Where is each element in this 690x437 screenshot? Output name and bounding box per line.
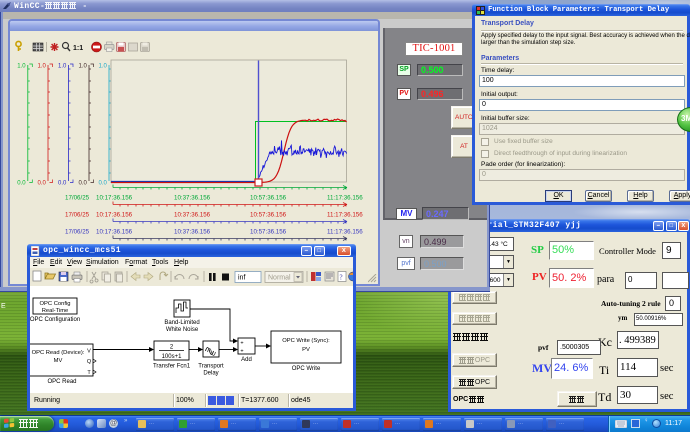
svg-text:10:37:36.156: 10:37:36.156 bbox=[174, 212, 211, 219]
svg-text:Normal: Normal bbox=[268, 275, 291, 282]
svg-text:1.0: 1.0 bbox=[17, 64, 26, 70]
svg-text:17/06/25: 17/06/25 bbox=[65, 229, 90, 236]
svg-text:OPC Config: OPC Config bbox=[40, 301, 71, 307]
svg-text:1:1: 1:1 bbox=[73, 45, 83, 52]
svg-text:Real-Time: Real-Time bbox=[42, 308, 69, 314]
svg-text:11:17:36.156: 11:17:36.156 bbox=[327, 212, 363, 219]
svg-text:1.0: 1.0 bbox=[79, 64, 88, 70]
svg-text:OPC Write (Sync):: OPC Write (Sync): bbox=[282, 338, 330, 344]
svg-text:0.0: 0.0 bbox=[99, 181, 108, 187]
svg-text:10:57:36.156: 10:57:36.156 bbox=[250, 195, 287, 202]
svg-text:10:57:36.156: 10:57:36.156 bbox=[250, 212, 287, 219]
svg-text:100s+1: 100s+1 bbox=[162, 354, 183, 360]
svg-text:inf: inf bbox=[238, 275, 245, 282]
svg-text:Transfer Fcn1: Transfer Fcn1 bbox=[153, 364, 191, 370]
svg-text:Q: Q bbox=[87, 359, 92, 365]
svg-text:OPC Configuration: OPC Configuration bbox=[30, 317, 80, 323]
svg-text:0.0: 0.0 bbox=[38, 181, 47, 187]
svg-text:0.0: 0.0 bbox=[79, 181, 88, 187]
svg-text:11:17:36.156: 11:17:36.156 bbox=[327, 195, 363, 202]
svg-text:Add: Add bbox=[241, 357, 252, 363]
svg-text:10:57:36.156: 10:57:36.156 bbox=[250, 229, 287, 236]
svg-text:Band-Limited: Band-Limited bbox=[164, 320, 199, 326]
svg-text:10:17:36.156: 10:17:36.156 bbox=[96, 229, 133, 236]
svg-text:0.0: 0.0 bbox=[17, 181, 26, 187]
svg-text:10:37:36.156: 10:37:36.156 bbox=[174, 195, 211, 202]
svg-text:V: V bbox=[87, 349, 91, 355]
svg-text:10:17:36.156: 10:17:36.156 bbox=[96, 212, 133, 219]
svg-text:17/06/25: 17/06/25 bbox=[65, 212, 90, 219]
svg-text:OPC Write: OPC Write bbox=[292, 366, 321, 372]
svg-text:Transport: Transport bbox=[198, 364, 224, 370]
svg-text:1.0: 1.0 bbox=[99, 64, 108, 70]
svg-text:1.0: 1.0 bbox=[38, 64, 47, 70]
svg-text:1.0: 1.0 bbox=[58, 64, 67, 70]
svg-text:Delay: Delay bbox=[203, 371, 218, 377]
svg-text:+: + bbox=[240, 341, 243, 347]
svg-text:OPC Read: OPC Read bbox=[47, 379, 76, 385]
svg-text:+: + bbox=[240, 349, 243, 355]
svg-text:White Noise: White Noise bbox=[166, 327, 199, 333]
svg-text:PV: PV bbox=[302, 347, 310, 353]
svg-text:OPC Read (Device):: OPC Read (Device): bbox=[32, 350, 85, 356]
svg-text:11:17:36.156: 11:17:36.156 bbox=[327, 229, 363, 236]
svg-text:MV: MV bbox=[54, 358, 63, 364]
svg-text:0.0: 0.0 bbox=[58, 181, 67, 187]
svg-text:10:37:36.156: 10:37:36.156 bbox=[174, 229, 211, 236]
svg-text:?: ? bbox=[340, 274, 343, 282]
svg-text:10:17:36.156: 10:17:36.156 bbox=[96, 195, 133, 202]
svg-text:17/06/25: 17/06/25 bbox=[65, 195, 90, 202]
